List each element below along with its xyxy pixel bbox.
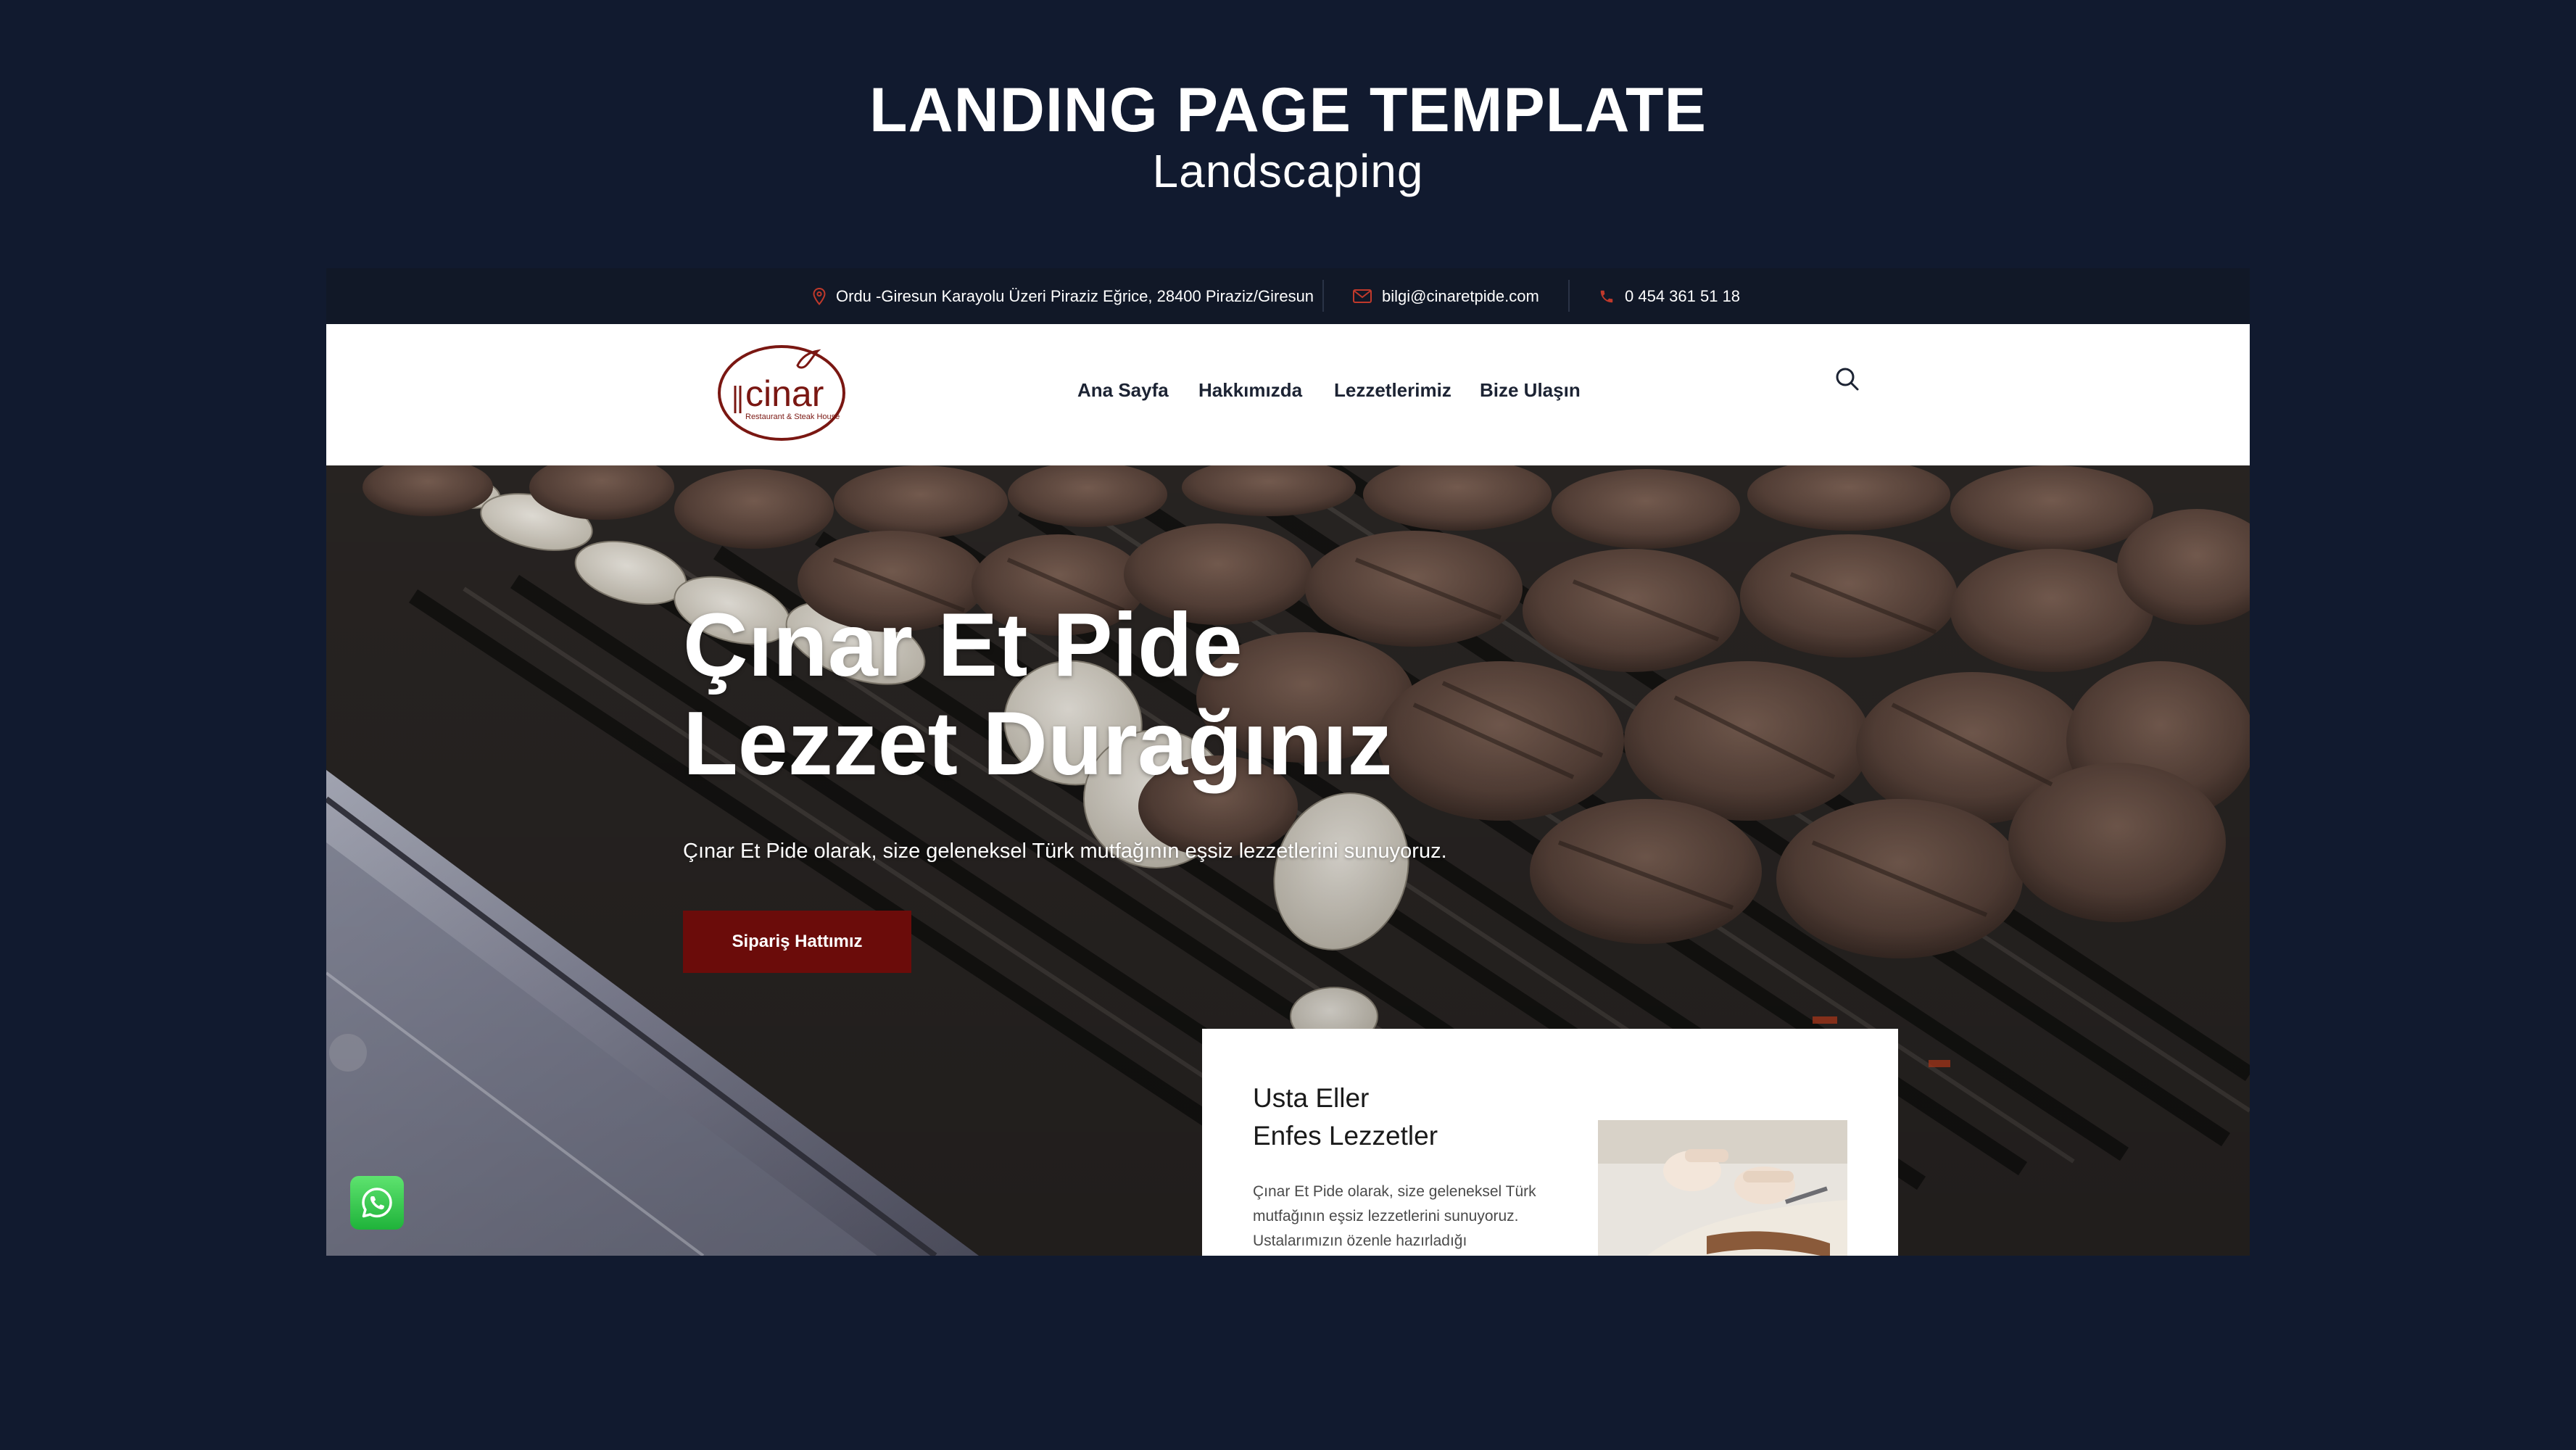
nav-item-about[interactable]: Hakkımızda <box>1198 376 1302 405</box>
email-item[interactable]: bilgi@cinaretpide.com <box>1353 268 1539 324</box>
nav-item-home[interactable]: Ana Sayfa <box>1077 376 1169 405</box>
feature-card-title: Usta Eller Enfes Lezzetler <box>1253 1080 1438 1155</box>
phone-link[interactable]: 0 454 361 51 18 <box>1625 287 1740 306</box>
logo-tagline: Restaurant & Steak House <box>745 413 840 421</box>
hero-description: Çınar Et Pide olarak, size geleneksel Tü… <box>683 840 1447 863</box>
main-navbar: cinar Restaurant & Steak House Ana Sayfa… <box>326 324 2250 465</box>
order-line-button[interactable]: Sipariş Hattımız <box>683 911 911 973</box>
phone-item[interactable]: 0 454 361 51 18 <box>1599 268 1740 324</box>
feature-card-title-line2: Enfes Lezzetler <box>1253 1121 1438 1151</box>
nav-item-contact[interactable]: Bize Ulaşın <box>1480 376 1581 405</box>
hero-heading-line2: Lezzet Durağınız <box>683 694 1393 794</box>
phone-icon <box>1600 290 1613 302</box>
hero-heading: Çınar Et Pide Lezzet Durağınız <box>683 596 1392 793</box>
website-mockup: Ordu -Giresun Karayolu Üzeri Piraziz Eğr… <box>326 268 2250 1256</box>
topbar-divider <box>1322 280 1324 312</box>
brand-logo[interactable]: cinar Restaurant & Steak House <box>716 344 847 442</box>
contact-topbar: Ordu -Giresun Karayolu Üzeri Piraziz Eğr… <box>326 268 2250 324</box>
envelope-icon <box>1353 289 1372 303</box>
presentation-subtitle: Landscaping <box>1152 145 1424 197</box>
whatsapp-button[interactable] <box>350 1176 404 1230</box>
search-icon <box>1836 368 1859 391</box>
topbar-divider <box>1568 280 1570 312</box>
whatsapp-icon <box>362 1188 392 1218</box>
address-text: Ordu -Giresun Karayolu Üzeri Piraziz Eğr… <box>836 286 1314 305</box>
chef-preparing-pide-image <box>1598 1120 1847 1256</box>
location-pin-icon <box>813 287 826 305</box>
logo-wordmark: cinar <box>745 373 824 414</box>
presentation-title: LANDING PAGE TEMPLATE <box>869 75 1707 145</box>
hero-section: Çınar Et Pide Lezzet Durağınız Çınar Et … <box>326 465 2250 1256</box>
email-link[interactable]: bilgi@cinaretpide.com <box>1382 287 1539 306</box>
feature-card: Usta Eller Enfes Lezzetler Çınar Et Pide… <box>1202 1029 1898 1256</box>
address-item: Ordu -Giresun Karayolu Üzeri Piraziz Eğr… <box>813 268 1314 324</box>
hero-heading-line1: Çınar Et Pide <box>683 595 1243 695</box>
feature-card-text: Çınar Et Pide olarak, size geleneksel Tü… <box>1253 1183 1536 1249</box>
feature-card-title-line1: Usta Eller <box>1253 1083 1370 1113</box>
nav-item-menu[interactable]: Lezzetlerimiz <box>1334 376 1451 405</box>
search-button[interactable] <box>1833 365 1862 394</box>
